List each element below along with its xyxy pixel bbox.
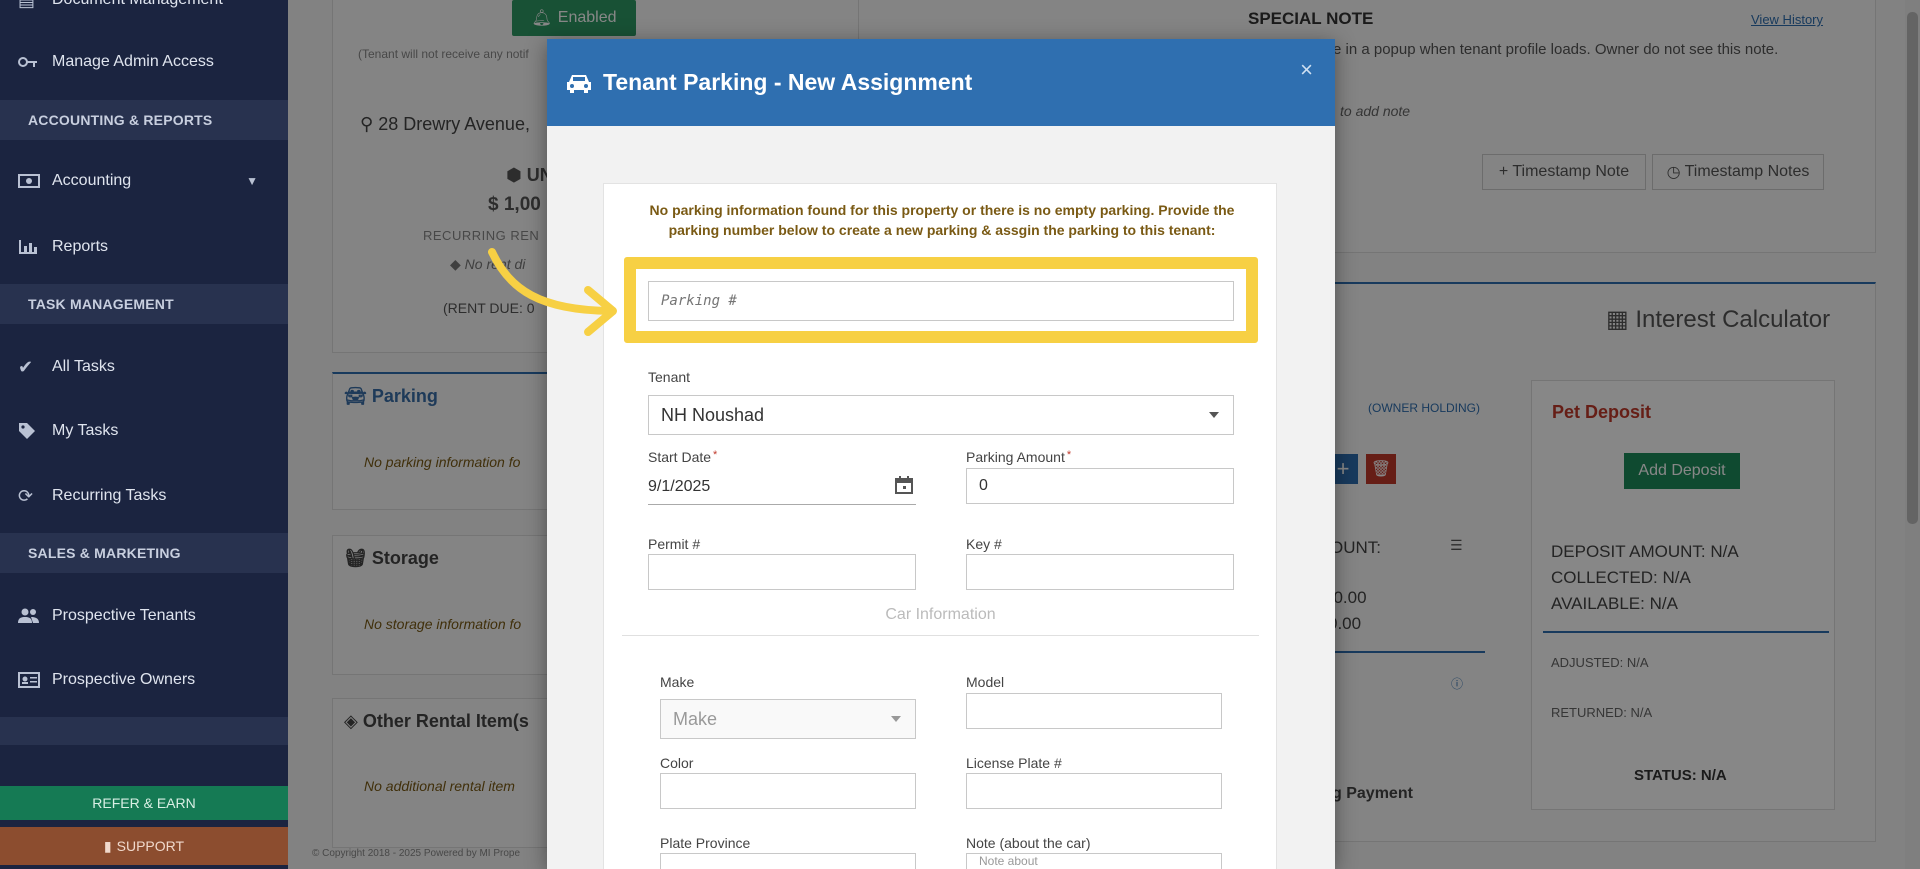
sidebar-section-tasks: TASK MANAGEMENT <box>0 284 288 324</box>
tenant-select[interactable]: NH Noushad <box>648 395 1234 435</box>
sidebar-item-label: Document Management <box>52 0 223 9</box>
support-button[interactable]: ▮ SUPPORT <box>0 827 288 865</box>
start-date-value: 9/1/2025 <box>648 477 711 495</box>
make-label: Make <box>660 674 695 690</box>
key-icon <box>18 54 52 70</box>
sidebar-item-label: Prospective Tenants <box>52 607 196 624</box>
parking-amount-label: Parking Amount * <box>966 449 1072 465</box>
make-select[interactable]: Make <box>660 699 916 739</box>
model-input[interactable] <box>966 693 1222 729</box>
check-icon: ✔ <box>18 356 34 377</box>
car-note-label: Note (about the car) <box>966 835 1091 851</box>
sidebar-item-label: Manage Admin Access <box>52 53 214 70</box>
tag-icon <box>18 422 52 440</box>
tutorial-highlight-box <box>624 257 1258 343</box>
support-label: SUPPORT <box>116 838 185 854</box>
car-information-heading: Car Information <box>885 606 996 623</box>
start-date-input[interactable]: 9/1/2025 <box>648 469 916 505</box>
modal-title: Tenant Parking - New Assignment <box>603 69 973 95</box>
chevron-down-icon <box>1209 412 1219 418</box>
plate-province-input[interactable] <box>660 853 916 869</box>
divider <box>622 635 1259 636</box>
car-note-input[interactable]: Note about <box>966 853 1222 869</box>
sidebar-item-prospective-tenants[interactable]: Prospective Tenants <box>0 596 288 636</box>
sidebar-item-label: Prospective Owners <box>52 671 196 688</box>
close-icon[interactable]: × <box>1300 57 1313 83</box>
car-icon <box>565 72 593 94</box>
no-parking-notice: No parking information found for this pr… <box>649 202 1235 238</box>
chevron-down-icon: ▼ <box>246 174 258 188</box>
document-icon: ▤ <box>18 0 52 11</box>
book-icon: ▮ <box>103 837 112 854</box>
sidebar-item-reports[interactable]: Reports <box>0 227 288 267</box>
sidebar-item-document-management[interactable]: ▤ Document Management <box>0 0 288 20</box>
start-date-label: Start Date * <box>648 449 718 465</box>
refresh-icon: ⟳ <box>18 485 34 506</box>
modal-header: Tenant Parking - New Assignment × <box>547 39 1335 126</box>
sidebar-section-empty <box>0 717 288 745</box>
sidebar-item-label: All Tasks <box>52 358 115 375</box>
refer-earn-button[interactable]: REFER & EARN <box>0 786 288 820</box>
money-icon <box>18 173 52 189</box>
make-select-placeholder: Make <box>673 708 718 729</box>
sidebar-item-prospective-owners[interactable]: Prospective Owners <box>0 660 288 700</box>
calendar-icon[interactable] <box>894 475 914 500</box>
sidebar-item-label: Accounting <box>52 172 132 189</box>
model-label: Model <box>966 674 1005 690</box>
parking-amount-input[interactable]: 0 <box>966 468 1234 504</box>
parking-amount-label-text: Parking Amount <box>966 449 1065 465</box>
tenant-select-value: NH Noushad <box>661 404 765 425</box>
bar-chart-icon <box>18 239 52 255</box>
sidebar-item-accounting[interactable]: Accounting ▼ <box>0 161 288 201</box>
tutorial-arrow-icon <box>488 248 617 336</box>
sidebar-item-label: Reports <box>52 238 109 255</box>
sidebar: ▤ Document Management Manage Admin Acces… <box>0 0 288 869</box>
tenant-label: Tenant <box>648 369 691 385</box>
start-date-label-text: Start Date <box>648 449 712 465</box>
sidebar-section-accounting: ACCOUNTING & REPORTS <box>0 100 288 140</box>
license-plate-label: License Plate # <box>966 755 1062 771</box>
color-input[interactable] <box>660 773 916 809</box>
users-icon <box>18 608 52 624</box>
permit-label: Permit # <box>648 536 701 552</box>
sidebar-item-recurring-tasks[interactable]: ⟳ Recurring Tasks <box>0 476 288 516</box>
plate-province-label: Plate Province <box>660 835 751 851</box>
sidebar-item-manage-admin-access[interactable]: Manage Admin Access <box>0 42 288 82</box>
color-label: Color <box>660 755 694 771</box>
key-label: Key # <box>966 536 1002 552</box>
sidebar-item-all-tasks[interactable]: ✔ All Tasks <box>0 347 288 387</box>
sidebar-item-label: Recurring Tasks <box>52 487 167 504</box>
license-plate-input[interactable] <box>966 773 1222 809</box>
chevron-down-icon <box>891 716 901 722</box>
sidebar-section-sales: SALES & MARKETING <box>0 533 288 573</box>
sidebar-item-label: My Tasks <box>52 422 119 439</box>
key-input[interactable] <box>966 554 1234 590</box>
id-card-icon <box>18 672 52 688</box>
permit-input[interactable] <box>648 554 916 590</box>
sidebar-item-my-tasks[interactable]: My Tasks <box>0 411 288 451</box>
